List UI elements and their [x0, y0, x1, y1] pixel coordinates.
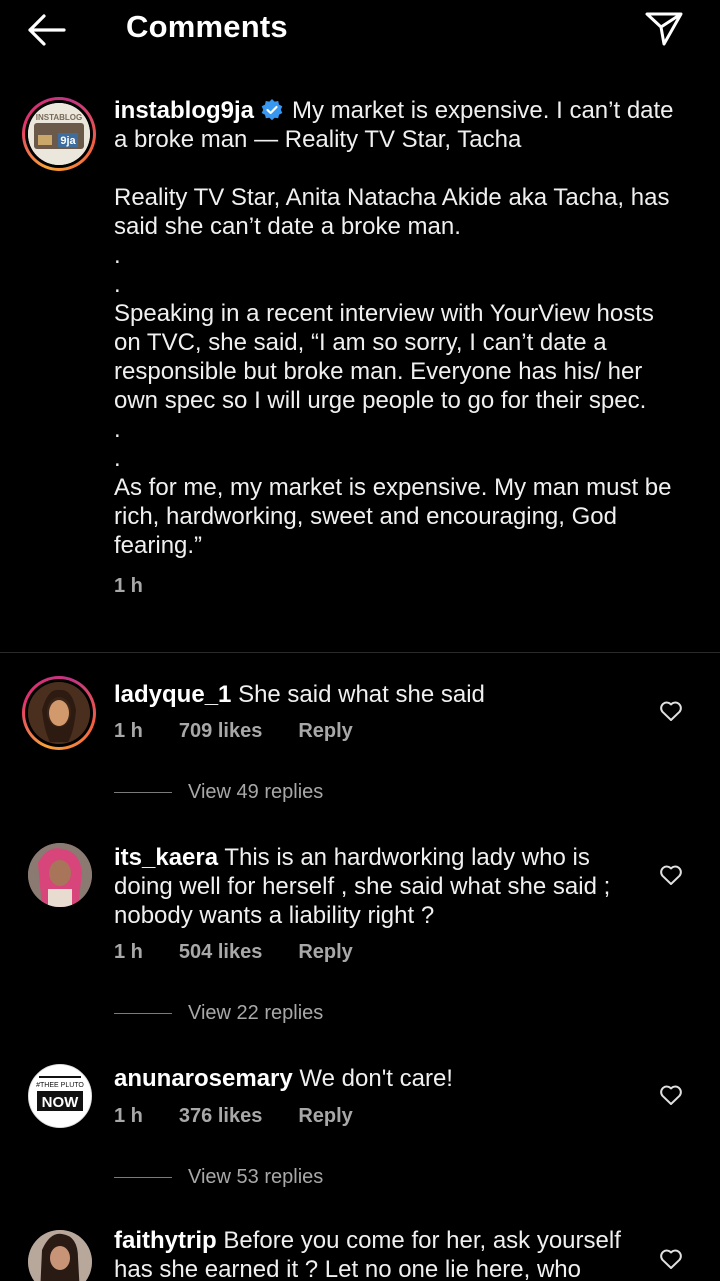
comment-username[interactable]: ladyque_1: [114, 681, 231, 708]
comment-item: faithytrip Before you come for her, ask …: [0, 1226, 720, 1281]
caption-username[interactable]: instablog9ja: [114, 97, 254, 124]
avatar-caption-text: #THEE PLUTO: [36, 1082, 84, 1089]
avatar-caption-main: NOW: [42, 1094, 80, 1111]
heart-icon[interactable]: [658, 862, 684, 888]
caption-paragraph-1: Reality TV Star, Anita Natacha Akide aka…: [114, 184, 677, 240]
avatar-anunarosemary[interactable]: #THEE PLUTO NOW: [28, 1064, 92, 1128]
view-replies-button[interactable]: View 49 replies: [114, 781, 323, 804]
caption-dot: .: [114, 242, 121, 269]
avatar-logo-text: INSTABLOG: [36, 113, 83, 122]
share-button[interactable]: [642, 6, 686, 50]
reply-button[interactable]: Reply: [298, 1105, 352, 1128]
caption-text: instablog9ja My market is expensive. I ca…: [114, 96, 684, 601]
arrow-left-icon: [28, 14, 66, 46]
comment-text: She said what she said: [238, 681, 485, 708]
header-bar: Comments: [0, 0, 720, 58]
view-replies-button[interactable]: View 53 replies: [114, 1166, 323, 1189]
caption-dot: .: [114, 445, 121, 472]
comment-username[interactable]: faithytrip: [114, 1227, 217, 1254]
heart-icon[interactable]: [658, 698, 684, 724]
comment-username[interactable]: its_kaera: [114, 844, 218, 871]
avatar-logo-suffix: 9ja: [60, 135, 76, 147]
reply-button[interactable]: Reply: [298, 941, 352, 964]
view-replies-button[interactable]: View 22 replies: [114, 1002, 323, 1025]
comment-body: faithytrip Before you come for her, ask …: [114, 1226, 644, 1281]
avatar-faithytrip[interactable]: [28, 1230, 92, 1281]
comment-meta: 1 h 504 likes Reply: [114, 941, 353, 964]
comment-text: We don't care!: [299, 1065, 453, 1092]
avatar-instablog9ja[interactable]: INSTABLOG 9ja: [22, 97, 96, 171]
comment-time: 1 h: [114, 941, 143, 963]
comment-username[interactable]: anunarosemary: [114, 1065, 293, 1092]
comment-body: its_kaera This is an hardworking lady wh…: [114, 843, 644, 930]
caption-paragraph-2: Speaking in a recent interview with Your…: [114, 300, 661, 414]
instablog-logo-icon: INSTABLOG 9ja: [28, 103, 90, 165]
paper-plane-icon: [645, 12, 683, 46]
avatar-ladyque_1[interactable]: [22, 676, 96, 750]
comment-meta: 1 h 376 likes Reply: [114, 1105, 353, 1128]
caption-timestamp: 1 h: [114, 575, 143, 597]
comment-time: 1 h: [114, 1105, 143, 1127]
verified-badge-icon: [260, 98, 284, 122]
comment-body: anunarosemary We don't care!: [114, 1064, 644, 1093]
comment-meta: 1 h 709 likes Reply: [114, 720, 353, 743]
caption-dot: .: [114, 271, 121, 298]
divider: [0, 652, 720, 653]
caption-dot: .: [114, 416, 121, 443]
view-replies-label: View 22 replies: [188, 1002, 324, 1024]
view-replies-label: View 53 replies: [188, 1166, 324, 1188]
page-title: Comments: [126, 9, 288, 44]
comment-likes[interactable]: 504 likes: [179, 941, 262, 964]
comments-screen: Comments INSTABLOG 9ja instablog9ja My m…: [0, 0, 720, 1281]
heart-icon[interactable]: [658, 1246, 684, 1272]
back-button[interactable]: [24, 8, 72, 52]
comment-likes[interactable]: 709 likes: [179, 720, 262, 743]
avatar-its_kaera[interactable]: [28, 843, 92, 907]
comment-likes[interactable]: 376 likes: [179, 1105, 262, 1128]
reply-button[interactable]: Reply: [298, 720, 352, 743]
view-replies-label: View 49 replies: [188, 781, 324, 803]
comment-body: ladyque_1 She said what she said: [114, 680, 644, 709]
comment-time: 1 h: [114, 720, 143, 742]
caption-paragraph-3: As for me, my market is expensive. My ma…: [114, 474, 679, 559]
heart-icon[interactable]: [658, 1082, 684, 1108]
